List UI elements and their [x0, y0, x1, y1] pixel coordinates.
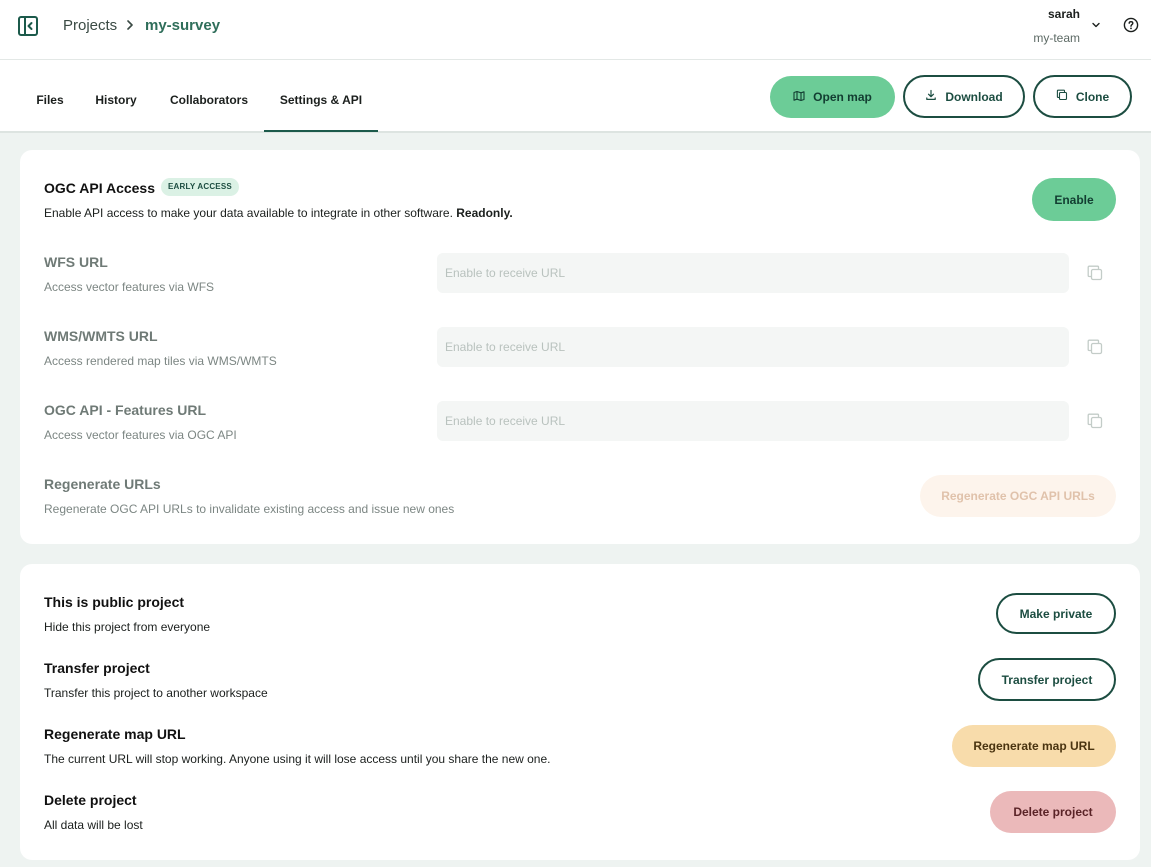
- download-button[interactable]: Download: [903, 75, 1025, 118]
- ogc-api-description: Enable API access to make your data avai…: [44, 206, 513, 220]
- tab-collaborators[interactable]: Collaborators: [160, 60, 258, 133]
- breadcrumb-current-project[interactable]: my-survey: [145, 17, 220, 34]
- user-menu[interactable]: sarah my-team: [1010, 6, 1106, 50]
- copy-icon[interactable]: [1086, 338, 1104, 356]
- wfs-url-label: WFS URL: [44, 254, 108, 270]
- chevron-down-icon: [1090, 18, 1102, 30]
- visibility-description: Hide this project from everyone: [44, 620, 211, 634]
- chevron-right-icon: [124, 17, 136, 33]
- workspace-name: my-team: [1033, 31, 1080, 45]
- early-access-badge: EARLY ACCESS: [161, 178, 239, 196]
- user-name: sarah: [1047, 7, 1080, 21]
- tab-files[interactable]: Files: [28, 60, 72, 133]
- top-bar: Projects my-survey sarah my-team: [0, 0, 1151, 60]
- regenerate-map-url-title: Regenerate map URL: [44, 726, 186, 742]
- enable-api-button[interactable]: Enable: [1032, 178, 1116, 221]
- ogc-features-url-label: OGC API - Features URL: [44, 402, 207, 418]
- project-settings-card: This is public project Hide this project…: [20, 564, 1140, 860]
- wfs-url-description: Access vector features via WFS: [44, 280, 215, 294]
- project-tab-bar: Files History Collaborators Settings & A…: [0, 60, 1151, 133]
- ogc-api-description-bold: Readonly.: [456, 206, 513, 220]
- wms-url-field[interactable]: [437, 327, 1069, 367]
- make-private-button[interactable]: Make private: [996, 593, 1116, 634]
- open-map-button[interactable]: Open map: [770, 76, 895, 118]
- tab-history[interactable]: History: [87, 60, 145, 133]
- regenerate-map-url-description: The current URL will stop working. Anyon…: [44, 752, 551, 766]
- breadcrumb-projects-link[interactable]: Projects: [63, 17, 117, 34]
- regenerate-urls-description: Regenerate OGC API URLs to invalidate ex…: [44, 502, 455, 516]
- transfer-project-title: Transfer project: [44, 660, 150, 676]
- visibility-title: This is public project: [44, 594, 185, 610]
- download-label: Download: [945, 89, 1003, 104]
- download-icon: [925, 89, 937, 104]
- clone-label: Clone: [1075, 89, 1110, 104]
- regenerate-ogc-urls-button[interactable]: Regenerate OGC API URLs: [920, 475, 1116, 517]
- delete-project-button[interactable]: Delete project: [990, 791, 1116, 833]
- transfer-project-button[interactable]: Transfer project: [978, 658, 1116, 701]
- copy-icon[interactable]: [1086, 264, 1104, 282]
- clone-button[interactable]: Clone: [1033, 75, 1132, 118]
- copy-icon: [1056, 89, 1068, 104]
- delete-project-title: Delete project: [44, 792, 137, 808]
- ogc-api-card: OGC API Access EARLY ACCESS Enable API a…: [20, 150, 1140, 544]
- delete-project-description: All data will be lost: [44, 818, 143, 832]
- transfer-project-description: Transfer this project to another workspa…: [44, 686, 268, 700]
- ogc-features-url-description: Access vector features via OGC API: [44, 428, 237, 442]
- map-icon: [793, 90, 805, 105]
- open-map-label: Open map: [813, 90, 872, 104]
- regenerate-map-url-button[interactable]: Regenerate map URL: [952, 725, 1116, 767]
- ogc-features-url-field[interactable]: [437, 401, 1069, 441]
- wms-url-description: Access rendered map tiles via WMS/WMTS: [44, 354, 277, 368]
- help-circle-icon[interactable]: [1123, 17, 1139, 33]
- tab-settings-api[interactable]: Settings & API: [264, 60, 378, 132]
- copy-icon[interactable]: [1086, 412, 1104, 430]
- sidebar-collapse-icon[interactable]: [16, 14, 40, 38]
- ogc-api-title: OGC API Access: [44, 180, 156, 196]
- wfs-url-field[interactable]: [437, 253, 1069, 293]
- ogc-api-description-text: Enable API access to make your data avai…: [44, 206, 453, 220]
- regenerate-urls-label: Regenerate URLs: [44, 476, 161, 492]
- wms-url-label: WMS/WMTS URL: [44, 328, 158, 344]
